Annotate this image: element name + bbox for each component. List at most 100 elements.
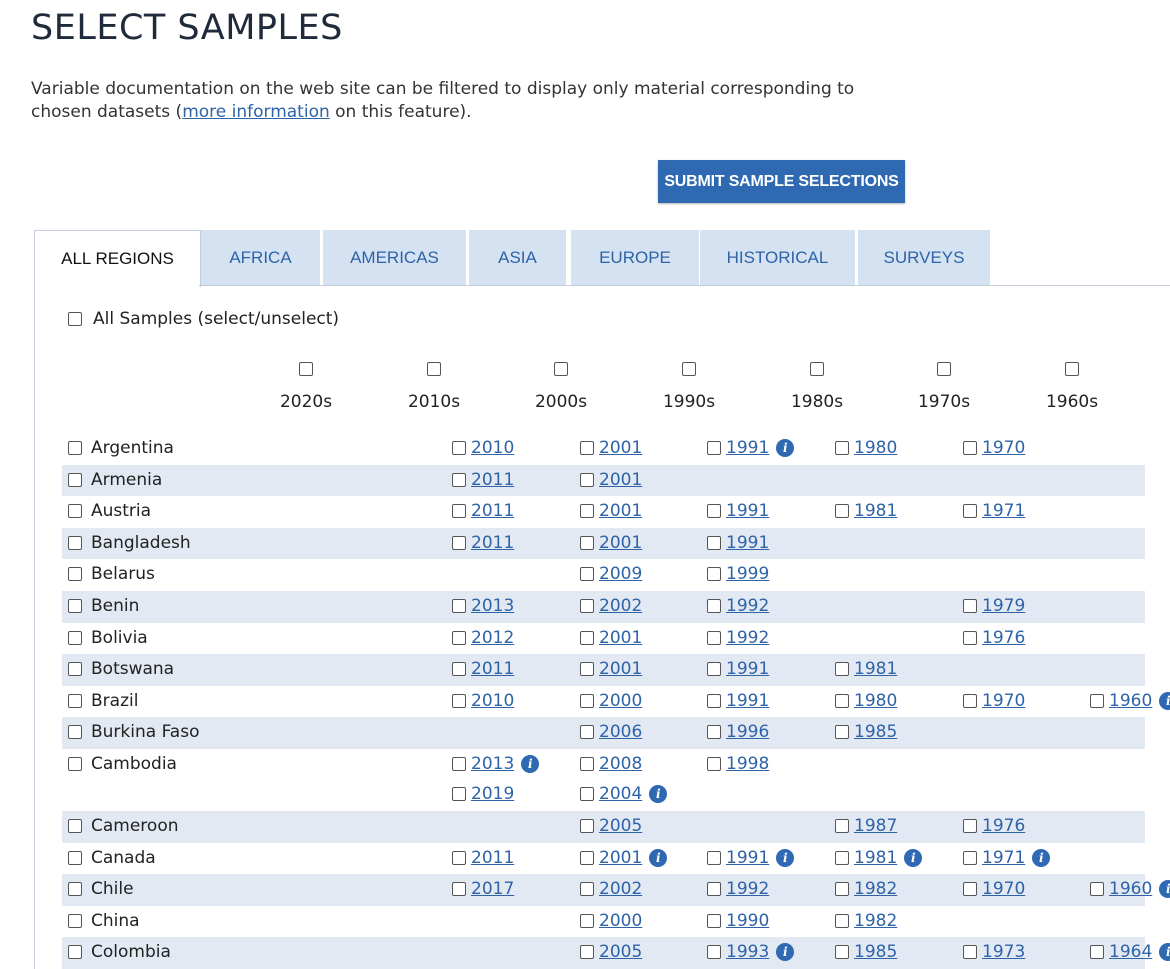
- info-icon[interactable]: i: [776, 439, 795, 457]
- sample-china-1982[interactable]: 1982: [835, 911, 897, 931]
- sample-bangladesh-1991[interactable]: 1991: [707, 533, 769, 553]
- sample-armenia-2011[interactable]: 2011: [452, 470, 514, 490]
- sample-year-link[interactable]: 1991: [726, 659, 769, 679]
- sample-burkina-faso-1985[interactable]: 1985: [835, 722, 897, 742]
- tab-all-regions[interactable]: ALL REGIONS: [34, 230, 201, 287]
- sample-chile-1992[interactable]: 1992: [707, 879, 769, 899]
- sample-armenia-2001[interactable]: 2001: [580, 470, 642, 490]
- sample-cambodia-2008[interactable]: 2008: [580, 754, 642, 774]
- sample-colombia-1964[interactable]: 1964 i: [1090, 942, 1170, 962]
- sample-argentina-2010[interactable]: 2010: [452, 438, 514, 458]
- sample-year-link[interactable]: 2005: [599, 942, 642, 962]
- sample-year-link[interactable]: 2010: [471, 438, 514, 458]
- sample-year-link[interactable]: 2001: [599, 438, 642, 458]
- tab-americas[interactable]: AMERICAS: [323, 230, 466, 285]
- sample-year-link[interactable]: 1991: [726, 848, 769, 868]
- sample-year-link[interactable]: 1993: [726, 942, 769, 962]
- sample-checkbox[interactable]: [963, 850, 977, 865]
- sample-brazil-1980[interactable]: 1980: [835, 691, 897, 711]
- sample-checkbox[interactable]: [452, 504, 466, 519]
- country-checkbox[interactable]: [68, 850, 82, 865]
- info-icon[interactable]: i: [776, 848, 795, 867]
- sample-checkbox[interactable]: [580, 472, 594, 487]
- sample-year-link[interactable]: 2011: [471, 533, 514, 553]
- sample-china-2000[interactable]: 2000: [580, 911, 642, 931]
- sample-checkbox[interactable]: [835, 441, 849, 455]
- sample-colombia-2005[interactable]: 2005: [580, 942, 642, 962]
- sample-canada-2001[interactable]: 2001 i: [580, 848, 668, 868]
- sample-cameroon-1987[interactable]: 1987: [835, 816, 897, 836]
- sample-brazil-2010[interactable]: 2010: [452, 691, 514, 711]
- sample-checkbox[interactable]: [963, 693, 977, 708]
- info-icon[interactable]: i: [521, 755, 540, 773]
- country-checkbox[interactable]: [68, 662, 82, 677]
- sample-year-link[interactable]: 1996: [726, 722, 769, 742]
- sample-year-link[interactable]: 1985: [854, 722, 897, 742]
- sample-year-link[interactable]: 1970: [982, 879, 1025, 899]
- submit-sample-selections-button[interactable]: SUBMIT SAMPLE SELECTIONS: [658, 160, 905, 203]
- sample-year-link[interactable]: 2019: [471, 784, 514, 804]
- sample-year-link[interactable]: 2017: [471, 879, 514, 899]
- sample-year-link[interactable]: 2011: [471, 470, 514, 490]
- sample-checkbox[interactable]: [835, 504, 849, 519]
- country-checkbox[interactable]: [68, 819, 82, 833]
- info-icon[interactable]: i: [649, 848, 668, 867]
- info-icon[interactable]: i: [776, 943, 795, 962]
- sample-checkbox[interactable]: [963, 599, 977, 613]
- sample-year-link[interactable]: 2001: [599, 501, 642, 521]
- sample-benin-2002[interactable]: 2002: [580, 596, 642, 616]
- sample-checkbox[interactable]: [452, 662, 466, 677]
- sample-checkbox[interactable]: [1090, 693, 1104, 708]
- sample-year-link[interactable]: 1971: [982, 501, 1025, 521]
- country-botswana[interactable]: Botswana: [68, 659, 174, 679]
- country-bolivia[interactable]: Bolivia: [68, 628, 148, 648]
- country-cambodia[interactable]: Cambodia: [68, 754, 177, 774]
- sample-colombia-1973[interactable]: 1973: [963, 942, 1025, 962]
- sample-year-link[interactable]: 1960: [1109, 879, 1152, 899]
- country-checkbox[interactable]: [68, 472, 82, 487]
- sample-year-link[interactable]: 1979: [982, 596, 1025, 616]
- country-benin[interactable]: Benin: [68, 596, 139, 616]
- sample-year-link[interactable]: 1992: [726, 596, 769, 616]
- sample-checkbox[interactable]: [452, 693, 466, 708]
- decade-checkbox-1960s[interactable]: [1065, 362, 1079, 376]
- country-canada[interactable]: Canada: [68, 848, 156, 868]
- sample-austria-1971[interactable]: 1971: [963, 501, 1025, 521]
- sample-year-link[interactable]: 1976: [982, 816, 1025, 836]
- sample-checkbox[interactable]: [707, 441, 721, 455]
- sample-year-link[interactable]: 1985: [854, 942, 897, 962]
- decade-checkbox-2020s[interactable]: [299, 362, 313, 376]
- sample-year-link[interactable]: 2012: [471, 628, 514, 648]
- sample-year-link[interactable]: 2001: [599, 659, 642, 679]
- sample-checkbox[interactable]: [580, 441, 594, 455]
- sample-year-link[interactable]: 2001: [599, 470, 642, 490]
- sample-argentina-1980[interactable]: 1980: [835, 438, 897, 458]
- more-information-link[interactable]: more information: [182, 102, 330, 122]
- sample-brazil-1960[interactable]: 1960 i: [1090, 691, 1170, 711]
- tab-asia[interactable]: ASIA: [469, 230, 566, 285]
- country-belarus[interactable]: Belarus: [68, 564, 155, 584]
- country-checkbox[interactable]: [68, 599, 82, 613]
- country-brazil[interactable]: Brazil: [68, 691, 138, 711]
- sample-burkina-faso-2006[interactable]: 2006: [580, 722, 642, 742]
- sample-cambodia-2004[interactable]: 2004 i: [580, 784, 668, 804]
- sample-year-link[interactable]: 2009: [599, 564, 642, 584]
- sample-checkbox[interactable]: [452, 472, 466, 487]
- sample-checkbox[interactable]: [707, 599, 721, 613]
- sample-checkbox[interactable]: [580, 504, 594, 519]
- sample-checkbox[interactable]: [963, 882, 977, 897]
- sample-brazil-2000[interactable]: 2000: [580, 691, 642, 711]
- sample-bangladesh-2011[interactable]: 2011: [452, 533, 514, 553]
- country-burkina-faso[interactable]: Burkina Faso: [68, 722, 199, 742]
- sample-checkbox[interactable]: [580, 787, 594, 801]
- all-samples-option[interactable]: All Samples (select/unselect): [68, 309, 339, 329]
- sample-checkbox[interactable]: [707, 662, 721, 677]
- sample-year-link[interactable]: 1987: [854, 816, 897, 836]
- sample-checkbox[interactable]: [452, 882, 466, 897]
- sample-checkbox[interactable]: [963, 504, 977, 519]
- sample-checkbox[interactable]: [580, 757, 594, 771]
- sample-year-link[interactable]: 2001: [599, 628, 642, 648]
- sample-checkbox[interactable]: [580, 599, 594, 613]
- country-china[interactable]: China: [68, 911, 140, 931]
- sample-checkbox[interactable]: [707, 504, 721, 519]
